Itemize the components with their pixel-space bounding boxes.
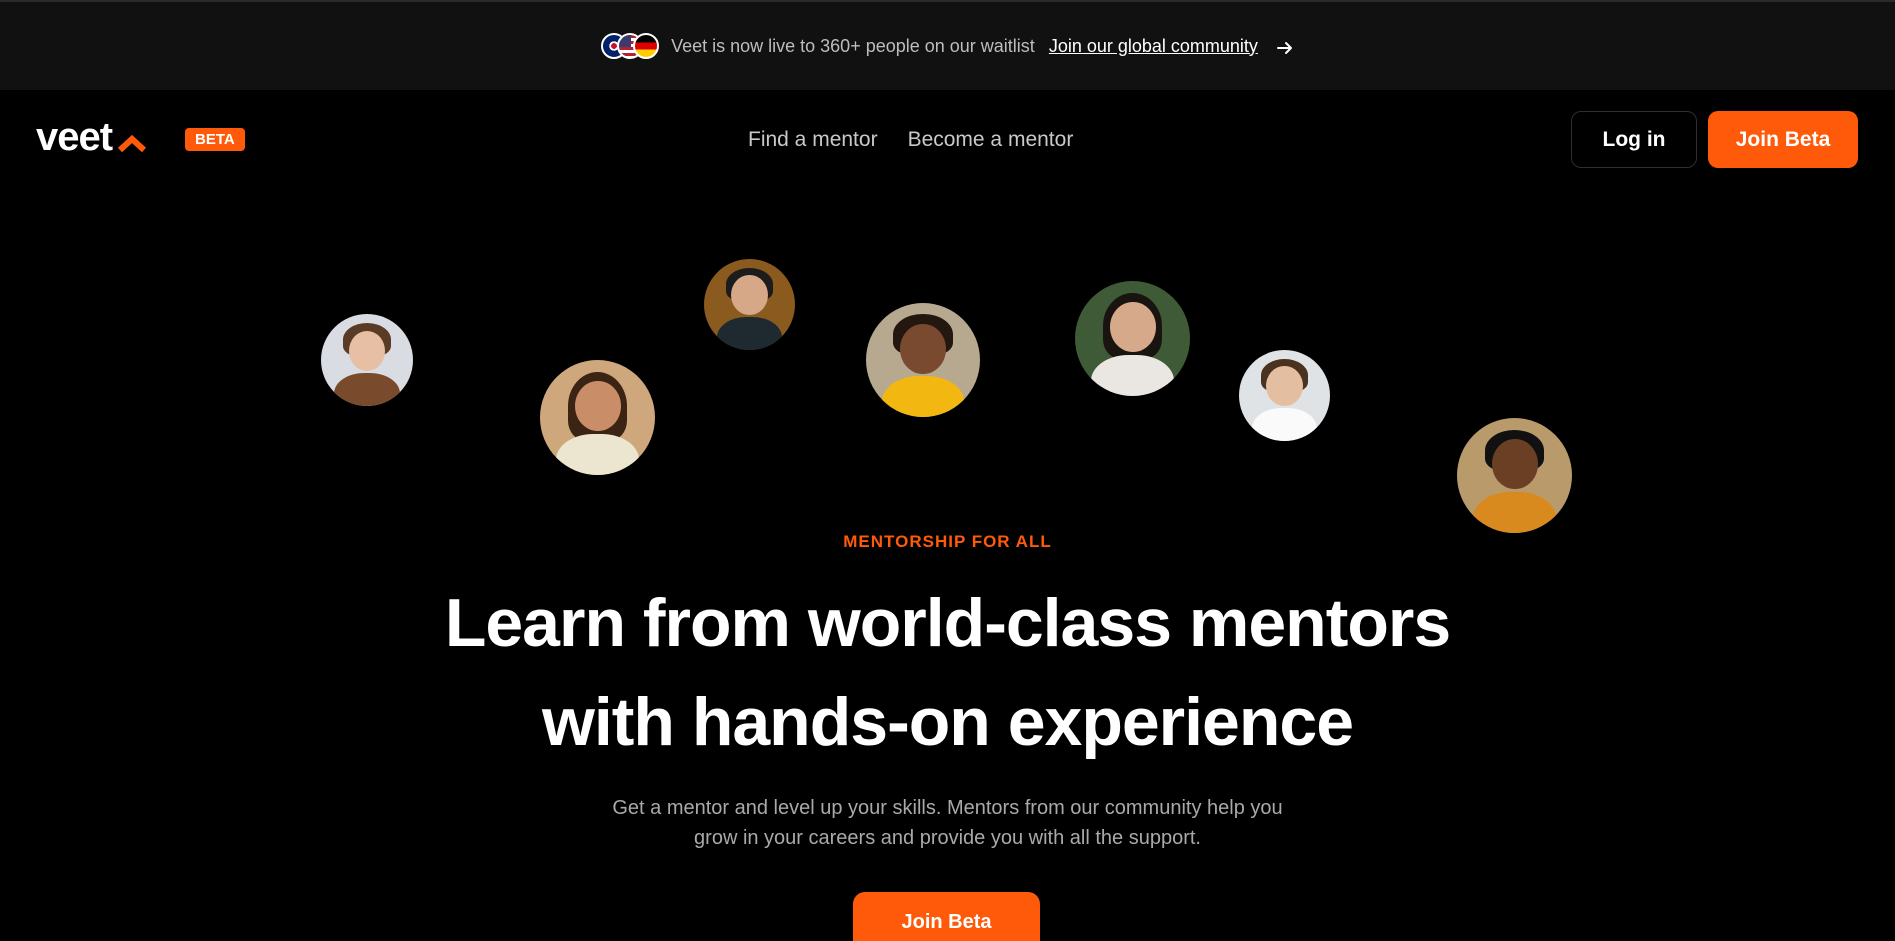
mentor-avatar — [321, 314, 413, 406]
mentor-avatar — [866, 303, 980, 417]
nav-find-mentor[interactable]: Find a mentor — [748, 128, 878, 152]
join-community-link[interactable]: Join our global community — [1049, 36, 1258, 57]
mentor-avatar — [704, 259, 795, 350]
logo-text: veet — [36, 115, 113, 159]
flag-group — [601, 33, 660, 59]
hero-subtext: Get a mentor and level up your skills. M… — [612, 797, 1283, 849]
hero-headline: Learn from world-class mentors with hand… — [0, 574, 1895, 772]
arrow-right-icon[interactable] — [1276, 39, 1294, 57]
mentor-avatar — [1457, 418, 1572, 533]
hero-join-beta-button[interactable]: Join Beta — [853, 892, 1040, 941]
login-button[interactable]: Log in — [1571, 111, 1697, 168]
mentor-avatar — [1075, 281, 1190, 396]
mentor-avatar — [540, 360, 655, 475]
announcement-bar: Veet is now live to 360+ people on our w… — [0, 0, 1895, 90]
hero-eyebrow: MENTORSHIP FOR ALL — [843, 532, 1052, 551]
top-navigation: veet BETA Find a mentor Become a mentor … — [0, 90, 1895, 190]
headline-line-1: Learn from world-class mentors — [444, 585, 1451, 661]
chevron-up-icon — [118, 134, 147, 152]
veet-logo[interactable]: veet — [36, 115, 148, 160]
germany-flag-icon — [633, 33, 660, 59]
nav-become-mentor[interactable]: Become a mentor — [908, 128, 1074, 152]
announcement-text: Veet is now live to 360+ people on our w… — [671, 35, 1035, 56]
mentor-avatar — [1239, 350, 1330, 441]
join-beta-button[interactable]: Join Beta — [1708, 111, 1858, 168]
nav-links: Find a mentor Become a mentor — [748, 128, 1073, 152]
headline-line-2: with hands-on experience — [541, 684, 1354, 760]
beta-badge: BETA — [185, 128, 245, 151]
